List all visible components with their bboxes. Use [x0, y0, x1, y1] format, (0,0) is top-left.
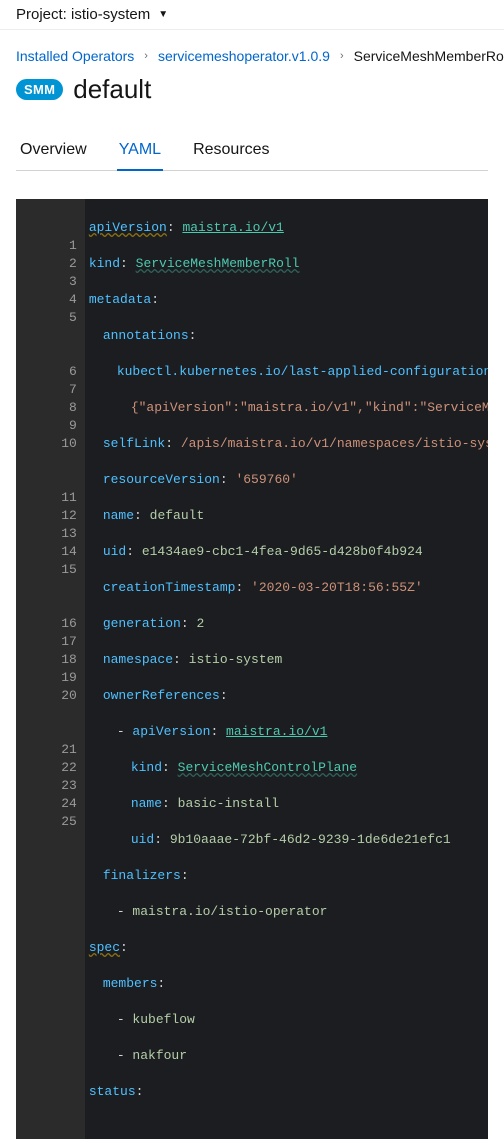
- yaml-key: namespace: [103, 652, 173, 667]
- breadcrumb-installed-operators[interactable]: Installed Operators: [16, 48, 134, 64]
- breadcrumb-current: ServiceMeshMemberRoll: [354, 48, 504, 64]
- yaml-key: finalizers: [103, 868, 181, 883]
- yaml-value: maistra.io/v1: [182, 220, 283, 235]
- yaml-key: creationTimestamp: [103, 580, 236, 595]
- yaml-key: kubectl.kubernetes.io/last-applied-confi…: [117, 364, 488, 379]
- yaml-value: e1434ae9-cbc1-4fea-9d65-d428b0f4b924: [142, 544, 423, 559]
- yaml-value: basic-install: [178, 796, 279, 811]
- tab-yaml[interactable]: YAML: [117, 133, 163, 171]
- yaml-key: members: [103, 976, 158, 991]
- yaml-value: '2020-03-20T18:56:55Z': [251, 580, 423, 595]
- yaml-value: ServiceMeshMemberRoll: [136, 256, 300, 271]
- yaml-value: '659760': [235, 472, 297, 487]
- yaml-value: default: [150, 508, 205, 523]
- breadcrumb-operator-version[interactable]: servicemeshoperator.v1.0.9: [158, 48, 330, 64]
- yaml-value: istio-system: [189, 652, 283, 667]
- yaml-key: uid: [131, 832, 154, 847]
- yaml-value: 9b10aaae-72bf-46d2-9239-1de6de21efc1: [170, 832, 451, 847]
- yaml-key: metadata: [89, 292, 151, 307]
- chevron-down-icon: ▼: [158, 9, 168, 20]
- yaml-key: ownerReferences: [103, 688, 220, 703]
- yaml-key: annotations: [103, 328, 189, 343]
- page-title-row: SMM default: [16, 74, 488, 105]
- chevron-right-icon: ›: [340, 50, 344, 62]
- yaml-key: name: [103, 508, 134, 523]
- project-selector[interactable]: Project: istio-system ▼: [0, 0, 504, 30]
- yaml-editor[interactable]: 12345 678910 1112131415 1617181920 21222…: [16, 199, 488, 1139]
- tab-overview[interactable]: Overview: [18, 133, 89, 171]
- yaml-key: resourceVersion: [103, 472, 220, 487]
- yaml-key: kind: [89, 256, 120, 271]
- yaml-key: name: [131, 796, 162, 811]
- yaml-key: status: [89, 1084, 136, 1099]
- yaml-value: maistra.io/istio-operator: [132, 904, 327, 919]
- tab-bar: Overview YAML Resources: [16, 133, 488, 171]
- yaml-key: kind: [131, 760, 162, 775]
- yaml-value: kubeflow: [132, 1012, 194, 1027]
- yaml-value: maistra.io/v1: [226, 724, 327, 739]
- chevron-right-icon: ›: [144, 50, 148, 62]
- yaml-value: {"apiVersion":"maistra.io/v1","kind":"Se…: [131, 400, 488, 415]
- yaml-key: uid: [103, 544, 126, 559]
- yaml-value: 2: [196, 616, 204, 631]
- line-gutter: 12345 678910 1112131415 1617181920 21222…: [16, 199, 85, 1139]
- tab-resources[interactable]: Resources: [191, 133, 271, 171]
- project-label: Project: istio-system: [16, 6, 150, 23]
- yaml-key: spec: [89, 940, 120, 955]
- resource-badge: SMM: [16, 79, 63, 100]
- yaml-key: apiVersion: [132, 724, 210, 739]
- yaml-key: apiVersion: [89, 220, 167, 235]
- breadcrumb: Installed Operators › servicemeshoperato…: [16, 48, 488, 64]
- yaml-key: generation: [103, 616, 181, 631]
- yaml-value: ServiceMeshControlPlane: [178, 760, 357, 775]
- yaml-key: selfLink: [103, 436, 165, 451]
- code-body[interactable]: apiVersion: maistra.io/v1 kind: ServiceM…: [85, 199, 488, 1139]
- page-title: default: [73, 74, 151, 105]
- yaml-value: /apis/maistra.io/v1/namespaces/istio-sys…: [181, 436, 488, 451]
- yaml-value: nakfour: [132, 1048, 187, 1063]
